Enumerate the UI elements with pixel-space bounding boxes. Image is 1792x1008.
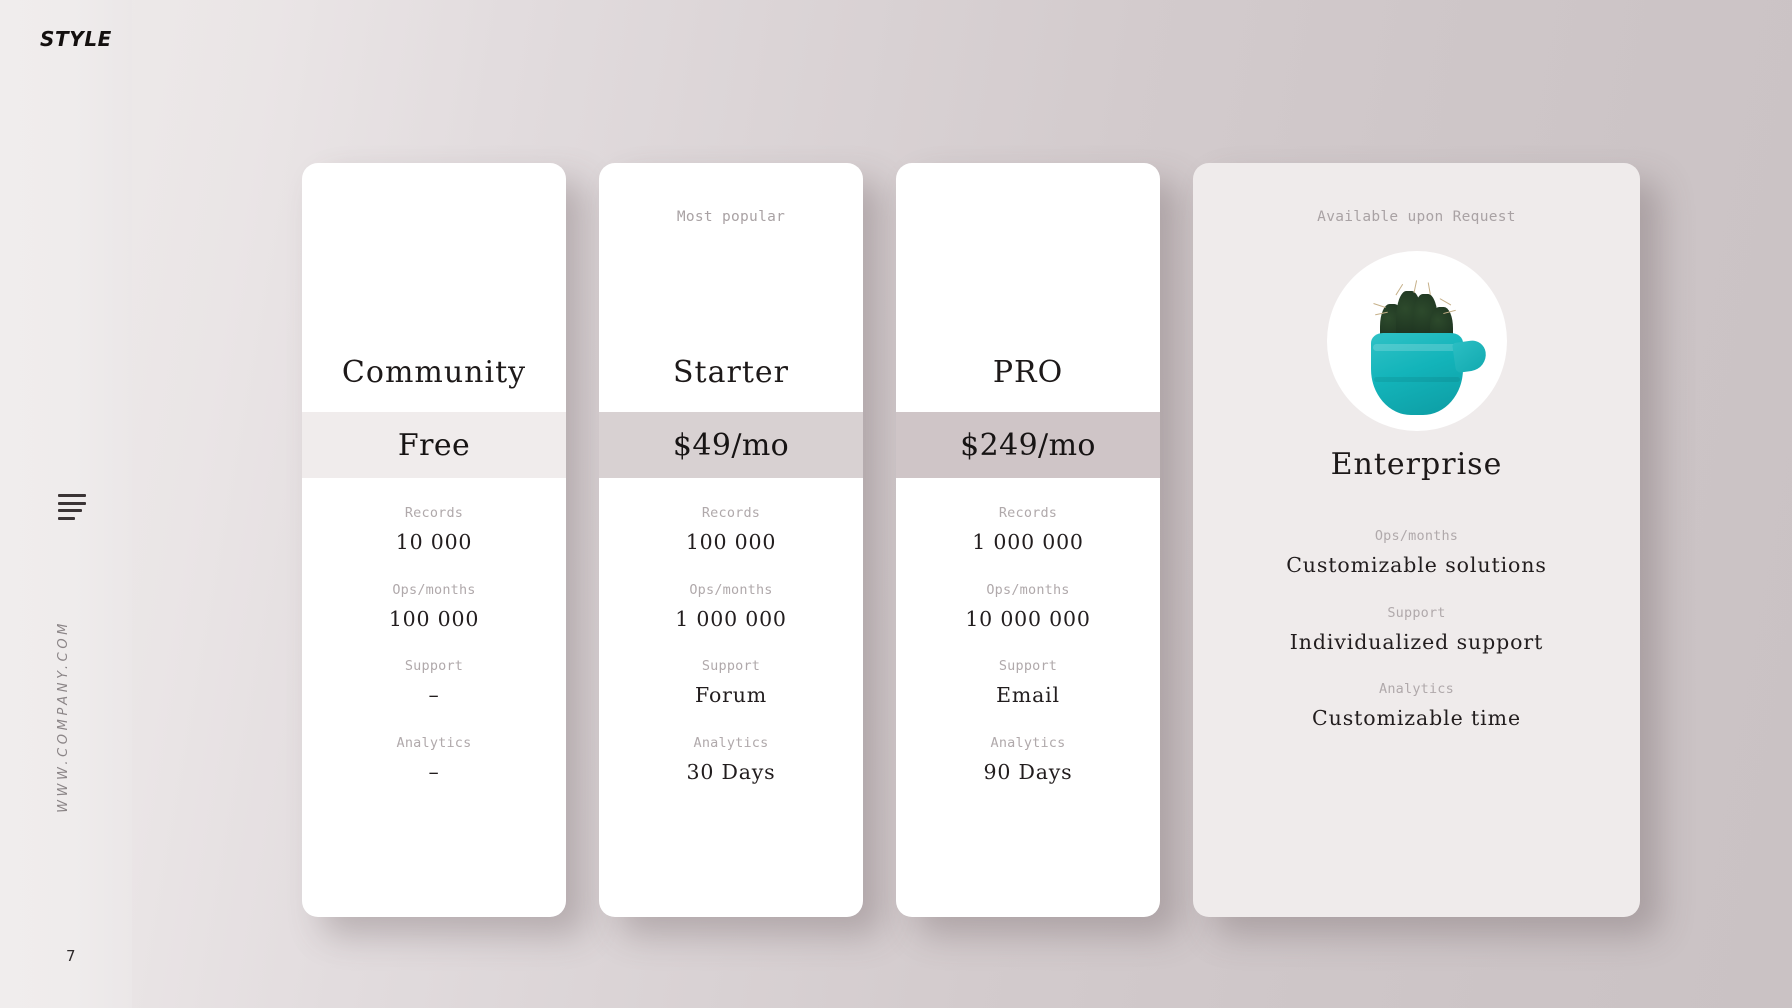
feature-value: 1 000 000 — [972, 529, 1084, 554]
feature-row: Records 100 000 — [599, 503, 863, 558]
feature-value: 1 000 000 — [675, 606, 787, 631]
enterprise-image-wrap — [1193, 251, 1640, 431]
feature-row: Support Forum — [599, 656, 863, 711]
feature-label: Analytics — [990, 735, 1066, 752]
feature-row: Records 10 000 — [302, 503, 566, 558]
feature-row: Support Email — [896, 656, 1160, 711]
pricing-card-pro[interactable]: PRO $249/mo Records 1 000 000 Ops/months… — [896, 163, 1160, 917]
hamburger-menu-icon[interactable] — [58, 494, 90, 520]
card-badge — [896, 163, 1160, 227]
feature-row: Ops/months 1 000 000 — [599, 580, 863, 635]
feature-value: 30 Days — [686, 759, 776, 784]
plan-name: PRO — [992, 355, 1064, 390]
feature-value: Customizable time — [1312, 706, 1521, 731]
presentation-slide: STYLE WWW.COMPANY.COM 7 Community Free R… — [0, 0, 1792, 1008]
feature-label: Analytics — [396, 735, 472, 752]
feature-label: Ops/months — [392, 581, 476, 598]
menu-line-2 — [58, 501, 86, 505]
feature-label: Ops/months — [1374, 528, 1459, 544]
plan-name: Community — [341, 355, 527, 390]
feature-value: Individualized support — [1289, 629, 1544, 654]
plan-price: $249/mo — [896, 412, 1160, 478]
card-badge: Available upon Request — [1317, 209, 1516, 225]
feature-row: Support – — [302, 656, 566, 711]
feature-value: 100 000 — [388, 606, 480, 631]
feature-label: Records — [998, 505, 1058, 521]
plan-name: Enterprise — [1330, 447, 1503, 482]
feature-row: Records 1 000 000 — [896, 503, 1160, 558]
feature-label: Ops/months — [986, 581, 1070, 598]
feature-row: Support Individualized support — [1193, 603, 1640, 658]
page-number: 7 — [66, 947, 76, 965]
card-badge — [302, 163, 566, 227]
feature-row: Analytics 30 Days — [599, 733, 863, 788]
feature-label: Records — [404, 505, 464, 521]
feature-label: Ops/months — [689, 581, 773, 598]
feature-row: Ops/months Customizable solutions — [1193, 526, 1640, 581]
feature-value: – — [428, 683, 440, 708]
feature-label: Support — [701, 658, 761, 675]
feature-list: Records 100 000 Ops/months 1 000 000 Sup… — [599, 478, 863, 917]
feature-label: Support — [998, 658, 1058, 675]
feature-row: Analytics – — [302, 733, 566, 788]
feature-label: Analytics — [1379, 681, 1454, 698]
feature-list: Records 1 000 000 Ops/months 10 000 000 … — [896, 478, 1160, 917]
feature-value: Forum — [695, 683, 767, 708]
teal-pot — [1370, 333, 1488, 415]
cactus-in-teal-pot-photo — [1326, 251, 1507, 431]
brand-logo: STYLE — [40, 27, 112, 51]
pricing-card-enterprise[interactable]: Available upon Request Enterprise Ops/mo… — [1193, 163, 1640, 917]
plan-price: $49/mo — [599, 412, 863, 478]
feature-value: – — [428, 759, 440, 784]
feature-label: Analytics — [693, 735, 769, 752]
card-badge: Most popular — [676, 209, 786, 225]
feature-value: 100 000 — [685, 529, 777, 554]
pricing-cards-row: Community Free Records 10 000 Ops/months… — [302, 163, 1640, 917]
plan-price: Free — [302, 412, 566, 478]
feature-value: Customizable solutions — [1286, 552, 1547, 577]
pricing-card-starter[interactable]: Most popular Starter $49/mo Records 100 … — [599, 163, 863, 917]
feature-value: 10 000 — [395, 529, 473, 554]
feature-list: Records 10 000 Ops/months 100 000 Suppor… — [302, 478, 566, 917]
menu-line-4 — [58, 516, 75, 520]
feature-value: Email — [996, 683, 1060, 708]
feature-row: Ops/months 10 000 000 — [896, 580, 1160, 635]
plan-name: Starter — [673, 355, 789, 390]
feature-row: Analytics 90 Days — [896, 733, 1160, 788]
pot-spout — [1451, 338, 1488, 374]
menu-line-1 — [58, 494, 86, 497]
feature-label: Records — [701, 505, 761, 521]
feature-row: Ops/months 100 000 — [302, 580, 566, 635]
feature-list: Ops/months Customizable solutions Suppor… — [1193, 482, 1640, 917]
feature-value: 10 000 000 — [965, 606, 1091, 631]
feature-row: Analytics Customizable time — [1193, 679, 1640, 734]
menu-line-3 — [58, 509, 82, 513]
company-url[interactable]: WWW.COMPANY.COM — [56, 620, 71, 813]
feature-label: Support — [1387, 604, 1446, 621]
pricing-card-community[interactable]: Community Free Records 10 000 Ops/months… — [302, 163, 566, 917]
feature-value: 90 Days — [983, 759, 1073, 784]
feature-label: Support — [404, 658, 464, 675]
